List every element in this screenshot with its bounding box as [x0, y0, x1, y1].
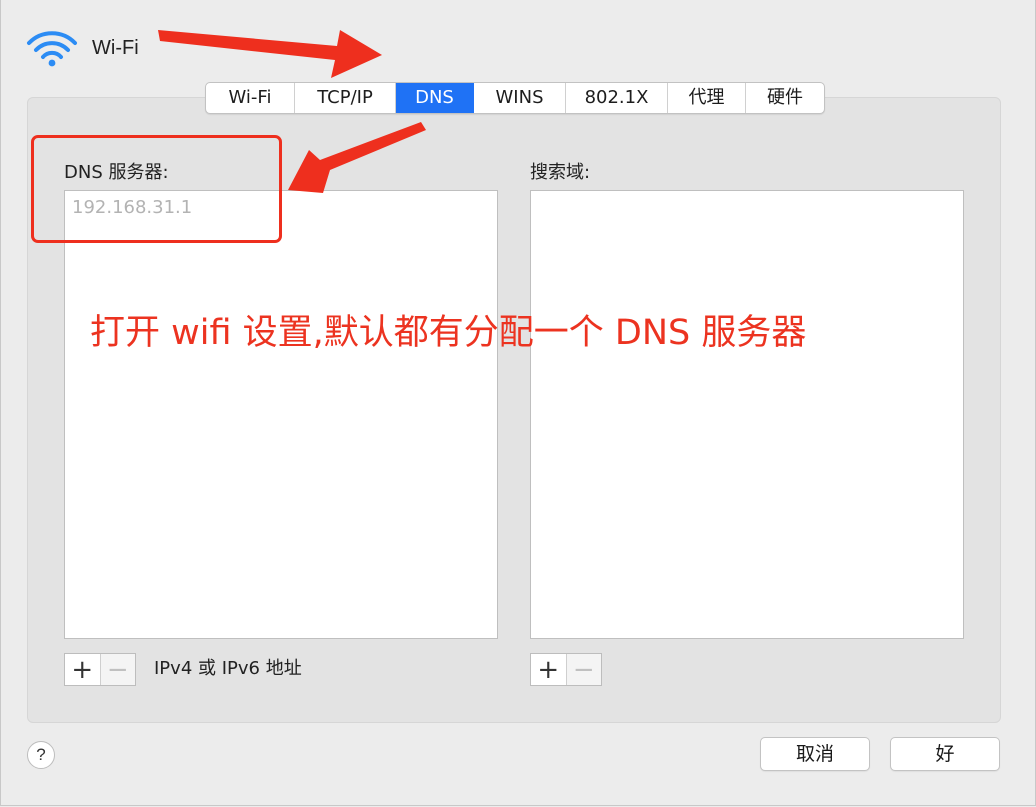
dns-servers-list[interactable]: 192.168.31.1: [64, 190, 498, 639]
search-domains-list[interactable]: [530, 190, 964, 639]
tab-bar: Wi-Fi TCP/IP DNS WINS 802.1X 代理 硬件: [205, 82, 825, 114]
ok-button[interactable]: 好: [890, 737, 1000, 771]
question-icon: ?: [36, 745, 46, 764]
cancel-button[interactable]: 取消: [760, 737, 870, 771]
annotation-highlight-box: [31, 135, 282, 243]
tab-dns[interactable]: DNS: [396, 83, 474, 113]
tab-wins[interactable]: WINS: [474, 83, 566, 113]
window-title: Wi-Fi: [92, 36, 139, 59]
search-domains-add-remove-control: + −: [530, 653, 602, 686]
window-header: Wi-Fi: [26, 28, 139, 68]
annotation-text: 打开 wifi 设置,默认都有分配一个 DNS 服务器: [90, 313, 807, 353]
add-dns-server-button[interactable]: +: [65, 654, 100, 685]
tab-proxy[interactable]: 代理: [668, 83, 746, 113]
dns-hint-text: IPv4 或 IPv6 地址: [154, 658, 302, 679]
tab-hardware[interactable]: 硬件: [746, 83, 824, 113]
remove-search-domain-button[interactable]: −: [565, 654, 601, 685]
tab-wifi[interactable]: Wi-Fi: [206, 83, 295, 113]
add-search-domain-button[interactable]: +: [531, 654, 566, 685]
dns-add-remove-control: + −: [64, 653, 136, 686]
help-button[interactable]: ?: [27, 741, 55, 769]
remove-dns-server-button[interactable]: −: [99, 654, 135, 685]
search-domains-label: 搜索域:: [530, 162, 591, 183]
tab-8021x[interactable]: 802.1X: [566, 83, 668, 113]
tab-tcpip[interactable]: TCP/IP: [295, 83, 396, 113]
wifi-icon: [27, 31, 77, 67]
